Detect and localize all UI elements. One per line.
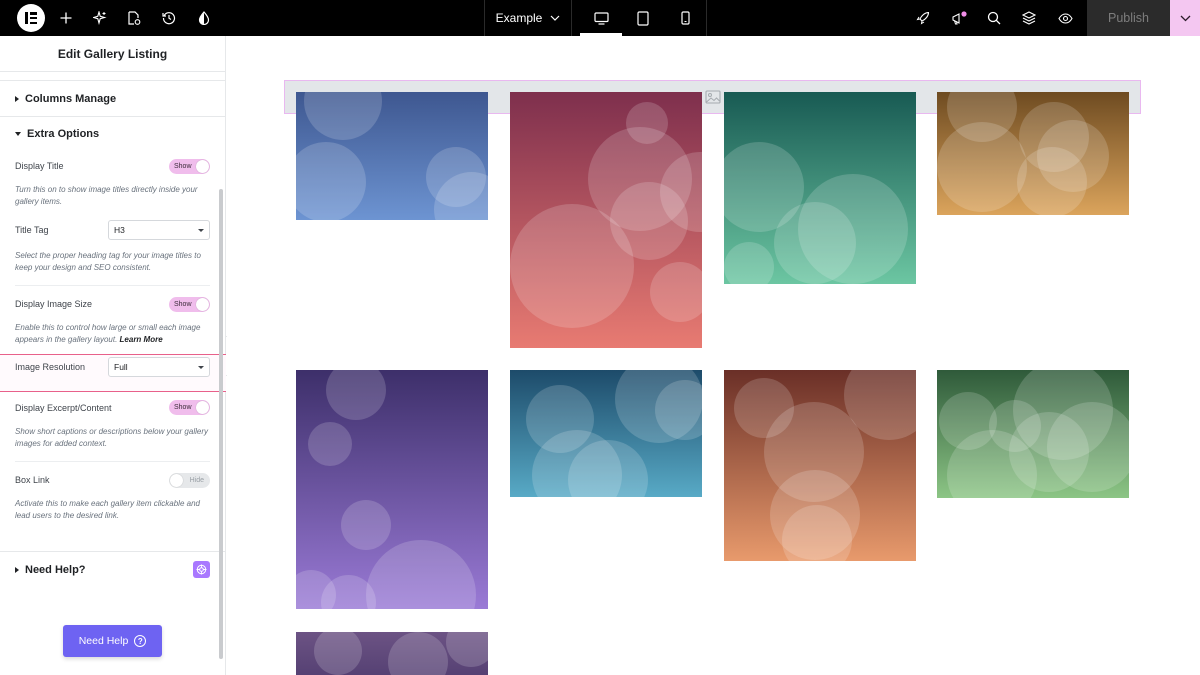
tablet-icon[interactable] — [632, 0, 654, 36]
dropdown-arrow-icon — [198, 229, 204, 232]
need-help-label: Need Help — [78, 635, 129, 647]
section-columns-manage[interactable]: Columns Manage — [15, 93, 116, 105]
gallery-image[interactable] — [296, 632, 488, 675]
display-image-size-desc: Enable this to control how large or smal… — [15, 322, 211, 346]
title-tag-label: Title Tag — [15, 225, 49, 235]
box-link-toggle[interactable]: Hide — [169, 473, 210, 488]
toggle-knob — [196, 401, 209, 414]
toggle-state: Show — [174, 163, 192, 170]
box-link-label: Box Link — [15, 475, 50, 485]
section-label: Need Help? — [25, 564, 86, 576]
question-icon: ? — [134, 635, 147, 647]
gallery-image[interactable] — [937, 92, 1129, 215]
display-image-size-toggle[interactable]: Show — [169, 297, 210, 312]
sparkle-icon[interactable] — [89, 0, 111, 36]
desc-text: Enable this to control how large or smal… — [15, 323, 201, 344]
site-name: Example — [495, 11, 543, 25]
box-link-desc: Activate this to make each gallery item … — [15, 499, 200, 520]
display-title-label: Display Title — [15, 161, 64, 171]
mobile-icon[interactable] — [674, 0, 696, 36]
gallery-image[interactable] — [724, 370, 916, 561]
editor-panel: Edit Gallery Listing Columns Manage Extr… — [0, 36, 226, 675]
image-resolution-label: Image Resolution — [15, 362, 86, 372]
toggle-state: Show — [174, 404, 192, 411]
section-label: Extra Options — [27, 128, 100, 140]
title-tag-desc: Select the proper heading tag for your i… — [15, 251, 201, 272]
chevron-down-icon — [550, 15, 560, 21]
title-tag-select[interactable]: H3 — [108, 220, 210, 240]
need-help-button[interactable]: Need Help ? — [63, 625, 162, 657]
caret-right-icon — [15, 567, 19, 573]
chevron-down-icon — [1180, 15, 1190, 21]
image-resolution-select[interactable]: Full — [108, 357, 210, 377]
site-selector[interactable]: Example — [486, 0, 570, 36]
image-placeholder-icon — [705, 90, 721, 104]
gallery-image[interactable] — [510, 370, 702, 497]
learn-more-link[interactable]: Learn More — [120, 335, 163, 344]
panel-scrollbar[interactable] — [219, 189, 223, 659]
support-icon[interactable] — [193, 561, 210, 578]
toggle-knob — [196, 298, 209, 311]
section-extra-options[interactable]: Extra Options — [15, 128, 99, 140]
display-excerpt-label: Display Excerpt/Content — [15, 403, 112, 413]
toggle-knob — [196, 160, 209, 173]
caret-right-icon — [15, 96, 19, 102]
launch-icon[interactable] — [912, 0, 934, 36]
display-title-desc: Turn this on to show image titles direct… — [15, 185, 198, 206]
desktop-icon[interactable] — [590, 0, 612, 36]
history-icon[interactable] — [158, 0, 180, 36]
toggle-state: Hide — [189, 477, 204, 484]
gallery-image[interactable] — [724, 92, 916, 284]
select-value: H3 — [114, 225, 125, 235]
select-value: Full — [114, 362, 128, 372]
theme-style-icon[interactable] — [193, 0, 215, 36]
preview-canvas — [227, 36, 1200, 675]
notifications-icon[interactable] — [948, 0, 970, 36]
preview-icon[interactable] — [1054, 0, 1076, 36]
publish-options-button[interactable] — [1170, 0, 1200, 36]
publish-button[interactable]: Publish — [1087, 0, 1170, 36]
display-excerpt-desc: Show short captions or descriptions belo… — [15, 427, 208, 448]
dropdown-arrow-icon — [198, 366, 204, 369]
elementor-logo-icon[interactable] — [17, 4, 45, 32]
display-title-toggle[interactable]: Show — [169, 159, 210, 174]
structure-icon[interactable] — [1018, 0, 1040, 36]
gallery-image[interactable] — [296, 92, 488, 220]
toggle-knob — [170, 474, 183, 487]
page-settings-icon[interactable] — [123, 0, 145, 36]
toggle-state: Show — [174, 301, 192, 308]
plus-icon[interactable] — [55, 0, 77, 36]
top-bar: Example Publish — [0, 0, 1200, 36]
gallery-image[interactable] — [296, 370, 488, 609]
gallery-image[interactable] — [937, 370, 1129, 498]
gallery-image[interactable] — [510, 92, 702, 348]
section-label: Columns Manage — [25, 93, 117, 105]
panel-title: Edit Gallery Listing — [0, 36, 225, 72]
display-image-size-label: Display Image Size — [15, 299, 93, 309]
section-need-help[interactable]: Need Help? — [15, 564, 86, 576]
display-excerpt-toggle[interactable]: Show — [169, 400, 210, 415]
caret-down-icon — [15, 132, 21, 136]
search-icon[interactable] — [983, 0, 1005, 36]
